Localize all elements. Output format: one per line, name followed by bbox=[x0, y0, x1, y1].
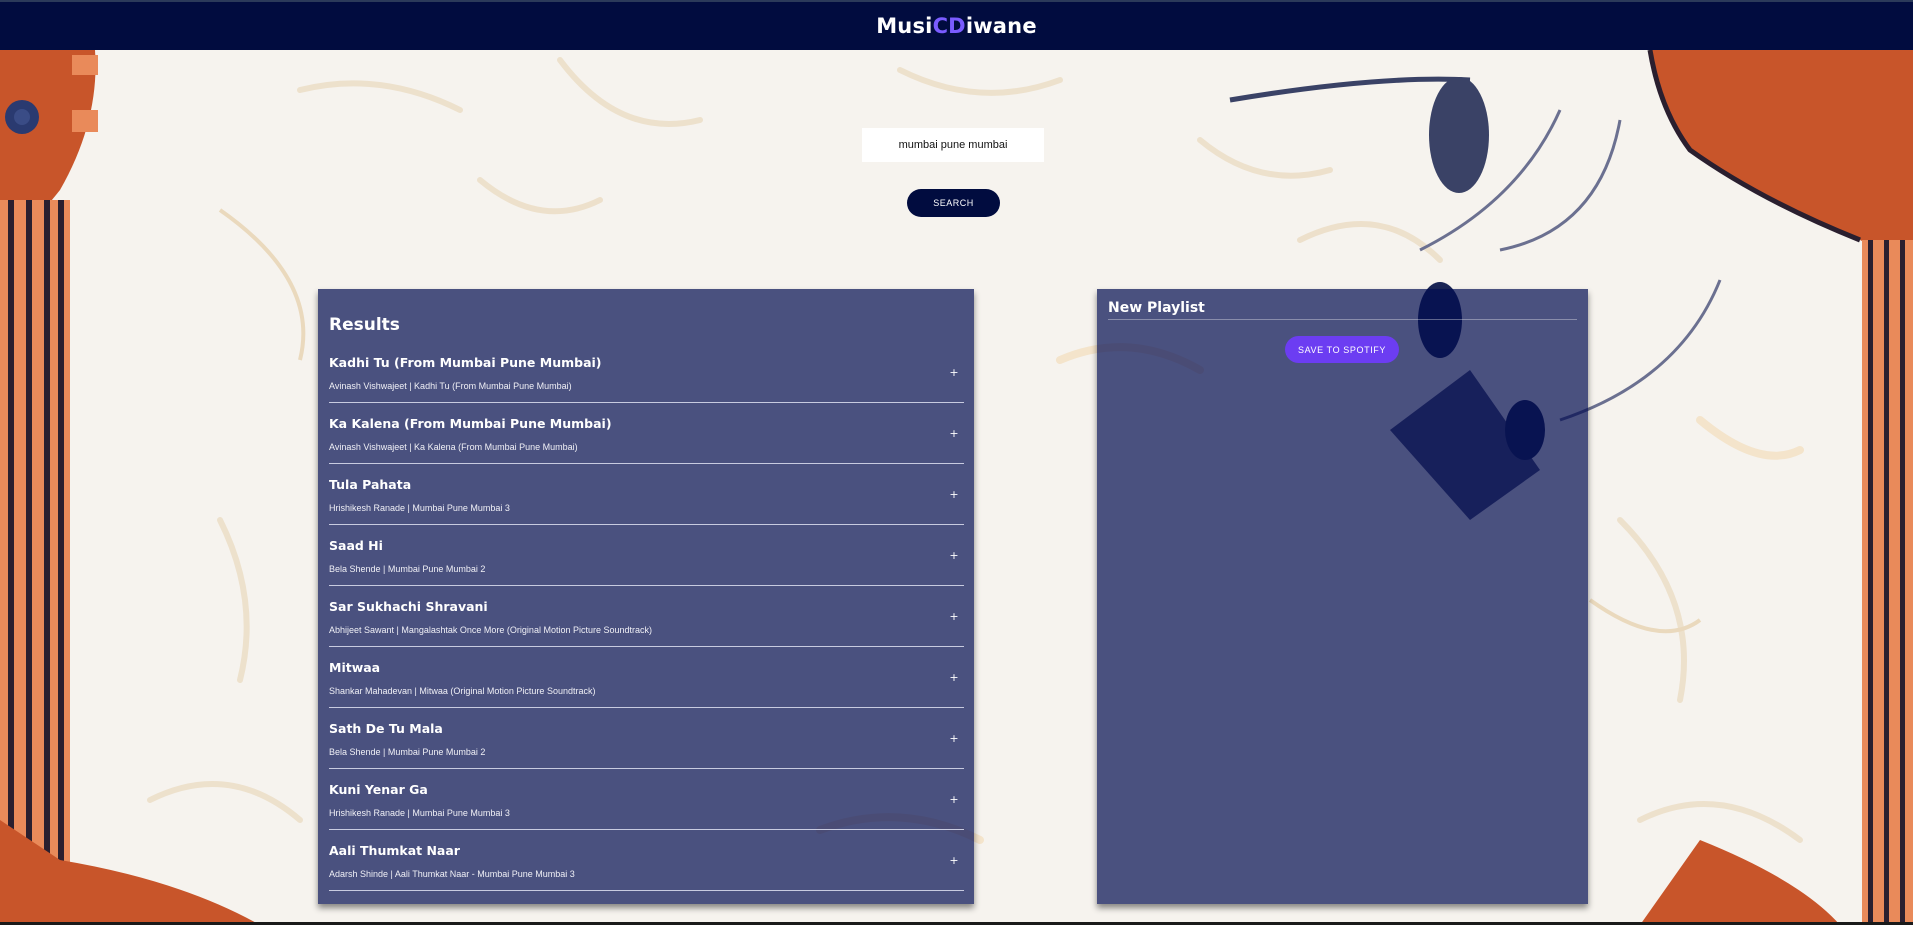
results-panel: Results Kadhi Tu (From Mumbai Pune Mumba… bbox=[318, 289, 974, 904]
track-name: Sar Sukhachi Shravani bbox=[329, 599, 488, 614]
track-info: Avinash Vishwajeet | Ka Kalena (From Mum… bbox=[329, 442, 578, 452]
brand-text-part1: Musi bbox=[876, 14, 933, 38]
results-track-list: Kadhi Tu (From Mumbai Pune Mumbai) Avina… bbox=[329, 343, 964, 892]
track-item: Mitwaa Shankar Mahadevan | Mitwaa (Origi… bbox=[329, 648, 964, 708]
playlist-name-input[interactable]: New Playlist bbox=[1108, 300, 1577, 320]
brand-text-accent: CD bbox=[932, 14, 966, 38]
track-item: Kadhi Tu (From Mumbai Pune Mumbai) Avina… bbox=[329, 343, 964, 403]
track-name: Kadhi Tu (From Mumbai Pune Mumbai) bbox=[329, 355, 602, 370]
track-info: Bela Shende | Mumbai Pune Mumbai 2 bbox=[329, 564, 486, 574]
track-item: Sar Sukhachi Shravani Abhijeet Sawant | … bbox=[329, 587, 964, 647]
track-info: Hrishikesh Ranade | Mumbai Pune Mumbai 3 bbox=[329, 503, 510, 513]
track-name: Aali Thumkat Naar bbox=[329, 843, 460, 858]
track-info: Abhijeet Sawant | Mangalashtak Once More… bbox=[329, 625, 652, 635]
search-input[interactable] bbox=[862, 128, 1044, 162]
track-item: Kuni Yenar Ga Hrishikesh Ranade | Mumbai… bbox=[329, 770, 964, 830]
track-item: Tula Pahata Hrishikesh Ranade | Mumbai P… bbox=[329, 465, 964, 525]
add-track-icon[interactable]: + bbox=[948, 732, 960, 745]
save-to-spotify-button[interactable]: SAVE TO SPOTIFY bbox=[1285, 336, 1399, 363]
search-button[interactable]: SEARCH bbox=[907, 189, 1000, 217]
track-name: Sath De Tu Mala bbox=[329, 721, 443, 736]
track-name: Ka Kalena (From Mumbai Pune Mumbai) bbox=[329, 416, 612, 431]
track-info: Shankar Mahadevan | Mitwaa (Original Mot… bbox=[329, 686, 596, 696]
track-item: Sath De Tu Mala Bela Shende | Mumbai Pun… bbox=[329, 709, 964, 769]
add-track-icon[interactable]: + bbox=[948, 549, 960, 562]
track-name: Tula Pahata bbox=[329, 477, 412, 492]
navbar: MusiCDiwane bbox=[0, 0, 1913, 50]
track-info: Hrishikesh Ranade | Mumbai Pune Mumbai 3 bbox=[329, 808, 510, 818]
results-title: Results bbox=[329, 315, 400, 335]
track-item: Aali Thumkat Naar Adarsh Shinde | Aali T… bbox=[329, 831, 964, 891]
add-track-icon[interactable]: + bbox=[948, 366, 960, 379]
add-track-icon[interactable]: + bbox=[948, 793, 960, 806]
track-name: Kuni Yenar Ga bbox=[329, 782, 428, 797]
track-name: Saad Hi bbox=[329, 538, 383, 553]
add-track-icon[interactable]: + bbox=[948, 854, 960, 867]
playlist-panel: New Playlist SAVE TO SPOTIFY bbox=[1097, 289, 1588, 904]
track-info: Adarsh Shinde | Aali Thumkat Naar - Mumb… bbox=[329, 869, 575, 879]
add-track-icon[interactable]: + bbox=[948, 610, 960, 623]
track-info: Bela Shende | Mumbai Pune Mumbai 2 bbox=[329, 747, 486, 757]
brand-logo: MusiCDiwane bbox=[876, 14, 1037, 38]
add-track-icon[interactable]: + bbox=[948, 671, 960, 684]
track-item: Ka Kalena (From Mumbai Pune Mumbai) Avin… bbox=[329, 404, 964, 464]
brand-text-part2: iwane bbox=[965, 14, 1037, 38]
track-item: Saad Hi Bela Shende | Mumbai Pune Mumbai… bbox=[329, 526, 964, 586]
track-info: Avinash Vishwajeet | Kadhi Tu (From Mumb… bbox=[329, 381, 572, 391]
add-track-icon[interactable]: + bbox=[948, 488, 960, 501]
track-name: Mitwaa bbox=[329, 660, 381, 675]
add-track-icon[interactable]: + bbox=[948, 427, 960, 440]
